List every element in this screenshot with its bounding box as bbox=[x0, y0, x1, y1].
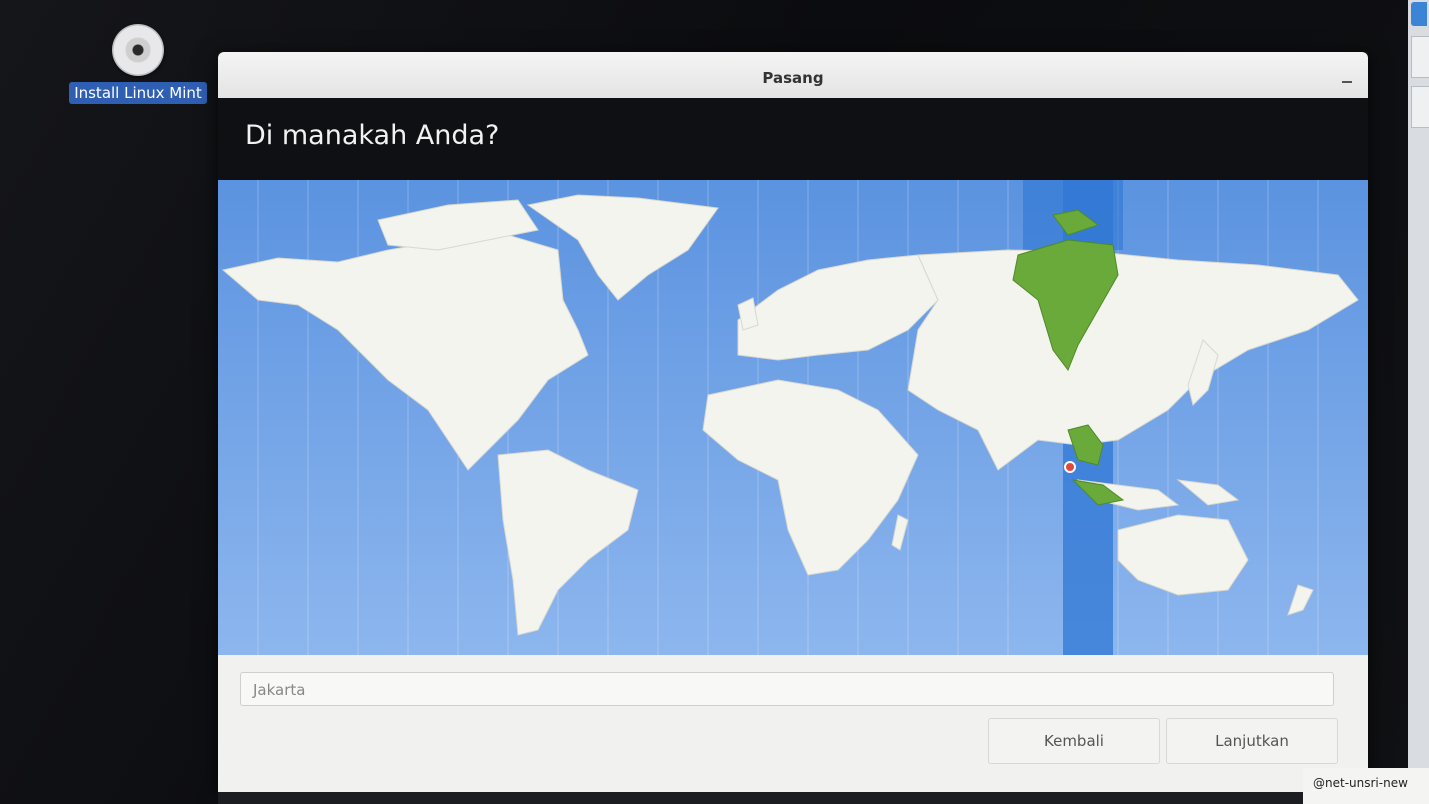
installer-window: Pasang Di manakah Anda? Jakarta Kembali … bbox=[218, 52, 1368, 792]
network-icon[interactable] bbox=[1411, 2, 1427, 26]
taskbar bbox=[218, 792, 1303, 804]
page-header: Di manakah Anda? bbox=[218, 98, 1368, 180]
page-title: Di manakah Anda? bbox=[245, 120, 500, 151]
back-button[interactable]: Kembali bbox=[988, 718, 1160, 764]
side-panel-item[interactable] bbox=[1411, 86, 1429, 128]
timezone-map[interactable] bbox=[218, 180, 1368, 655]
network-notification-text: @net-unsri-new bbox=[1313, 776, 1408, 790]
window-title: Pasang bbox=[762, 69, 824, 87]
continue-button[interactable]: Lanjutkan bbox=[1166, 718, 1338, 764]
desktop-icon-label: Install Linux Mint bbox=[69, 82, 207, 104]
world-map bbox=[221, 180, 1359, 655]
install-linux-mint-launcher[interactable]: Install Linux Mint bbox=[68, 24, 208, 104]
location-input[interactable]: Jakarta bbox=[240, 672, 1334, 706]
side-panel bbox=[1408, 0, 1429, 804]
location-panel: Jakarta Kembali Lanjutkan bbox=[218, 655, 1368, 792]
window-titlebar[interactable]: Pasang bbox=[218, 52, 1368, 98]
location-marker-icon bbox=[1064, 461, 1076, 473]
network-notification[interactable]: @net-unsri-new bbox=[1303, 768, 1429, 804]
disc-icon bbox=[112, 24, 164, 76]
minimize-icon[interactable] bbox=[1340, 72, 1354, 86]
side-panel-item[interactable] bbox=[1411, 36, 1429, 78]
desktop: Install Linux Mint Pasang Di manakah And… bbox=[0, 0, 1429, 804]
